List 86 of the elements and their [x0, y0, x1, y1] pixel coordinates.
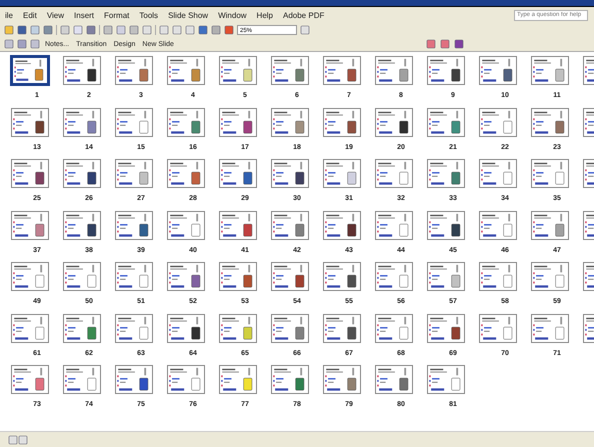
slide-thumbnail[interactable] [115, 262, 153, 291]
slide-thumbnail[interactable] [479, 262, 517, 291]
menu-item[interactable]: Adobe PDF [278, 10, 330, 20]
slide-thumbnail[interactable] [427, 108, 465, 136]
slide-thumbnail[interactable] [375, 262, 413, 291]
slide-thumbnail[interactable] [271, 108, 309, 136]
slide-thumbnail[interactable] [11, 56, 49, 85]
slide-thumbnail[interactable] [63, 365, 101, 394]
menu-item[interactable]: Edit [18, 10, 42, 20]
menu-item[interactable]: Window [213, 10, 252, 20]
slide-thumbnail[interactable] [11, 108, 49, 136]
slide-thumbnail[interactable] [479, 314, 517, 342]
slide-thumbnail[interactable] [115, 210, 153, 240]
slide-thumbnail[interactable] [63, 56, 101, 85]
slide-thumbnail[interactable] [375, 56, 413, 85]
slide-thumbnail[interactable] [11, 365, 49, 394]
slide-thumbnail[interactable] [167, 365, 205, 394]
slide-thumbnail[interactable] [531, 56, 569, 85]
slide-thumbnail[interactable] [63, 210, 101, 240]
help-icon[interactable] [300, 25, 310, 35]
slide-thumbnail[interactable] [323, 314, 361, 342]
slide-thumbnail[interactable] [219, 210, 257, 240]
slide-thumbnail[interactable] [63, 314, 101, 342]
slide-thumbnail[interactable] [375, 108, 413, 136]
slide-thumbnail[interactable] [375, 210, 413, 240]
slide-thumbnail[interactable] [531, 108, 569, 136]
slide-thumbnail[interactable] [271, 365, 309, 394]
slide-thumbnail[interactable] [427, 210, 465, 240]
slide-thumbnail[interactable] [115, 159, 153, 188]
slide-thumbnail[interactable] [63, 159, 101, 188]
slide-thumbnail[interactable] [271, 210, 309, 240]
slide-thumbnail[interactable] [531, 262, 569, 291]
slide-thumbnail[interactable] [427, 365, 465, 394]
slide-thumbnail[interactable] [323, 365, 361, 394]
slide-thumbnail[interactable] [375, 365, 413, 394]
slide-thumbnail[interactable] [219, 314, 257, 342]
slide-thumbnail[interactable] [167, 108, 205, 136]
menu-item[interactable]: Format [99, 10, 134, 20]
slide-thumbnail[interactable] [115, 365, 153, 394]
slide-thumbnail[interactable] [11, 262, 49, 291]
slide-thumbnail[interactable] [167, 314, 205, 342]
slide-thumbnail[interactable] [531, 210, 569, 240]
slide-thumbnail[interactable] [271, 159, 309, 188]
menu-item[interactable]: View [42, 10, 70, 20]
slide-thumbnail[interactable] [219, 365, 257, 394]
slide-thumbnail[interactable] [427, 56, 465, 85]
slide-thumbnail[interactable] [63, 262, 101, 291]
slide-thumbnail[interactable] [271, 262, 309, 291]
menu-item[interactable]: Slide Show [163, 10, 214, 20]
slide-thumbnail[interactable] [323, 262, 361, 291]
slide-thumbnail[interactable] [11, 210, 49, 240]
slide-thumbnail[interactable] [479, 56, 517, 85]
slide-thumbnail[interactable] [11, 314, 49, 342]
slide-thumbnail[interactable] [167, 159, 205, 188]
slide-thumbnail[interactable] [427, 314, 465, 342]
slide-thumbnail[interactable] [115, 108, 153, 136]
menu-item[interactable]: ile [0, 10, 18, 20]
slide-thumbnail[interactable] [219, 159, 257, 188]
menu-item[interactable]: Help [252, 10, 278, 20]
slide-thumbnail[interactable] [323, 159, 361, 188]
slide-thumbnail[interactable] [219, 108, 257, 136]
slide-thumbnail[interactable] [63, 108, 101, 136]
slide-thumbnail[interactable] [479, 108, 517, 136]
slide-thumbnail[interactable] [167, 56, 205, 85]
slide-thumbnail[interactable] [115, 314, 153, 342]
slide-thumbnail[interactable] [323, 108, 361, 136]
menu-item[interactable]: Insert [69, 10, 100, 20]
slide-thumbnail[interactable] [11, 159, 49, 188]
slide-thumbnail[interactable] [375, 159, 413, 188]
slide-thumbnail[interactable] [271, 314, 309, 342]
slide-thumbnail[interactable] [531, 159, 569, 188]
slide-thumbnail[interactable] [427, 159, 465, 188]
slide-thumbnail[interactable] [531, 314, 569, 342]
slide-thumbnail[interactable] [271, 56, 309, 85]
slide-thumbnail[interactable] [219, 262, 257, 291]
slide-thumbnail[interactable] [219, 56, 257, 85]
slide-thumbnail[interactable] [427, 262, 465, 291]
slide-thumbnail[interactable] [479, 159, 517, 188]
slide-thumbnail[interactable] [323, 210, 361, 240]
menu-item[interactable]: Tools [134, 10, 164, 20]
slide-thumbnail[interactable] [375, 314, 413, 342]
slide-thumbnail[interactable] [479, 210, 517, 240]
slide-thumbnail[interactable] [115, 56, 153, 85]
slide-thumbnail[interactable] [323, 56, 361, 85]
slide-thumbnail[interactable] [167, 210, 205, 240]
slide-thumbnail[interactable] [167, 262, 205, 291]
